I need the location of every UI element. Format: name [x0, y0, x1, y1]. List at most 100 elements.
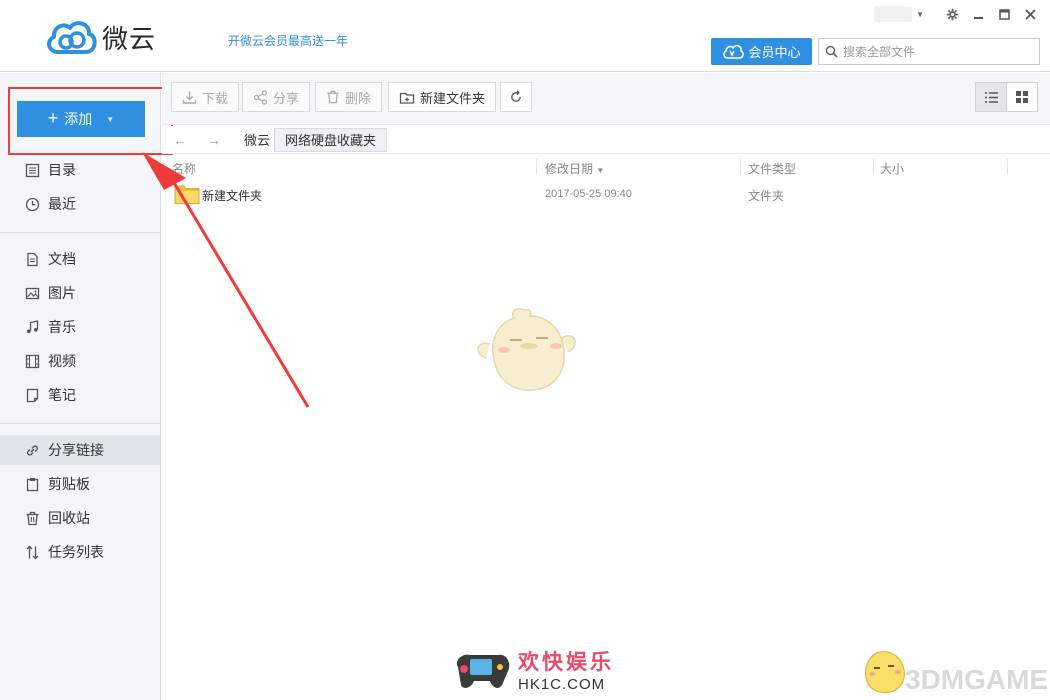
- toolbar: 下载 分享 删除 新建文件夹: [162, 73, 1050, 125]
- sidebar-item-label: 回收站: [48, 510, 90, 526]
- breadcrumb: ← → 微云 网络硬盘收藏夹: [162, 126, 1050, 154]
- file-list-header: 名称 修改日期 ▼ 文件类型 大小: [162, 155, 1050, 179]
- grid-view-icon: [1016, 91, 1028, 103]
- sidebar-item-label: 目录: [48, 162, 76, 178]
- note-icon: [24, 387, 40, 403]
- sidebar-item-label: 笔记: [48, 387, 76, 403]
- gear-icon: [946, 8, 958, 20]
- image-icon: [24, 285, 40, 301]
- user-menu[interactable]: ▼: [874, 6, 924, 22]
- download-button[interactable]: 下载: [171, 82, 240, 112]
- column-name[interactable]: 名称: [172, 160, 196, 177]
- mascot-small-icon: [865, 651, 905, 694]
- vip-promo-link[interactable]: 开微云会员最高送一年: [228, 32, 348, 49]
- music-icon: [24, 319, 40, 335]
- maximize-button[interactable]: [996, 6, 1012, 22]
- column-divider: [536, 159, 537, 175]
- sidebar-item-label: 图片: [48, 285, 76, 301]
- game-controller-icon: [456, 654, 510, 688]
- column-modified-label: 修改日期: [545, 162, 594, 176]
- document-icon: [24, 251, 40, 267]
- sidebar-item-tasks[interactable]: 任务列表: [0, 537, 160, 567]
- refresh-icon: [511, 90, 521, 102]
- forward-button[interactable]: →: [204, 130, 224, 150]
- search-box: [818, 38, 1040, 65]
- breadcrumb-root[interactable]: 微云: [240, 128, 274, 152]
- file-name: 新建文件夹: [202, 189, 263, 203]
- chevron-down-icon: ▼: [916, 9, 924, 19]
- trash-icon: [24, 510, 40, 526]
- share-label: 分享: [273, 90, 300, 106]
- table-row[interactable]: 新建文件夹 2017-05-25 09:40 文件夹: [162, 181, 1050, 207]
- settings-button[interactable]: [944, 6, 960, 22]
- arrow-left-icon: ←: [173, 131, 187, 148]
- grid-view-button[interactable]: [1006, 82, 1038, 112]
- watermark-domain-text: HK1C.COM: [518, 675, 606, 693]
- maximize-icon: [998, 8, 1010, 20]
- trash-icon: [327, 90, 339, 104]
- share-icon: [253, 89, 268, 105]
- sidebar-item-images[interactable]: 图片: [0, 278, 160, 308]
- sidebar-item-label: 任务列表: [48, 544, 104, 560]
- watermark-cn-text: 欢快娱乐: [518, 649, 614, 674]
- new-folder-label: 新建文件夹: [420, 90, 486, 106]
- clock-icon: [24, 196, 40, 212]
- sidebar-item-label: 音乐: [48, 319, 76, 335]
- vip-center-button[interactable]: 会员中心: [711, 38, 812, 65]
- folder-icon: [174, 185, 200, 204]
- column-size[interactable]: 大小: [880, 160, 904, 177]
- video-icon: [24, 353, 40, 369]
- sidebar-item-label: 剪贴板: [48, 476, 90, 492]
- column-modified[interactable]: 修改日期 ▼: [545, 160, 604, 177]
- new-folder-button[interactable]: 新建文件夹: [388, 82, 497, 112]
- sidebar-item-notes[interactable]: 笔记: [0, 380, 160, 410]
- sidebar-divider: [0, 423, 160, 424]
- sort-desc-icon: ▼: [596, 166, 605, 175]
- breadcrumb-current[interactable]: 网络硬盘收藏夹: [274, 127, 388, 152]
- list-icon: [24, 162, 40, 178]
- list-view-button[interactable]: [975, 82, 1007, 112]
- sidebar: + 添加 ▼ 目录 最近 文档 图片 音乐 视频 笔记 分享链接 剪贴板 回收站…: [0, 73, 173, 700]
- refresh-button[interactable]: [500, 82, 532, 112]
- download-label: 下载: [202, 90, 229, 106]
- sidebar-item-directory[interactable]: 目录: [0, 155, 160, 185]
- watermark-left: 欢快娱乐 HK1C.COM: [452, 643, 614, 695]
- file-type: 文件夹: [748, 189, 785, 203]
- sidebar-item-clipboard[interactable]: 剪贴板: [0, 469, 160, 499]
- close-icon: [1024, 8, 1036, 20]
- window-controls: ▼: [874, 6, 1038, 22]
- link-icon: [24, 442, 40, 458]
- column-divider: [873, 159, 874, 175]
- new-folder-icon: [399, 92, 415, 104]
- watermark-brand: 3DMGAME: [905, 664, 1049, 695]
- delete-label: 删除: [345, 90, 372, 106]
- app-logo: 微云: [44, 18, 156, 56]
- column-divider: [740, 159, 741, 175]
- sidebar-item-label: 文档: [48, 251, 76, 267]
- search-input[interactable]: [843, 44, 1023, 59]
- close-button[interactable]: [1022, 6, 1038, 22]
- sidebar-item-label: 视频: [48, 353, 76, 369]
- avatar: [874, 6, 913, 22]
- mascot-icon: [477, 307, 576, 391]
- sidebar-item-label: 分享链接: [48, 442, 104, 458]
- app-header: 微云 开微云会员最高送一年 ▼ 会员中心: [0, 0, 1050, 72]
- highlight-box: [8, 87, 173, 155]
- sidebar-item-label: 最近: [48, 196, 76, 212]
- sidebar-item-share-links[interactable]: 分享链接: [0, 435, 160, 465]
- clipboard-icon: [24, 476, 40, 492]
- share-button[interactable]: 分享: [242, 82, 311, 112]
- sidebar-item-documents[interactable]: 文档: [0, 244, 160, 274]
- search-icon: [825, 45, 838, 58]
- sidebar-item-recent[interactable]: 最近: [0, 189, 160, 219]
- sidebar-item-recycle-bin[interactable]: 回收站: [0, 503, 160, 533]
- app-title: 微云: [102, 24, 157, 55]
- minimize-button[interactable]: [970, 6, 986, 22]
- delete-button[interactable]: 删除: [315, 82, 383, 112]
- back-button[interactable]: ←: [170, 130, 190, 150]
- sidebar-item-video[interactable]: 视频: [0, 346, 160, 376]
- column-divider: [1007, 159, 1008, 175]
- list-view-icon: [984, 91, 998, 103]
- sidebar-item-music[interactable]: 音乐: [0, 312, 160, 342]
- column-type[interactable]: 文件类型: [748, 160, 796, 177]
